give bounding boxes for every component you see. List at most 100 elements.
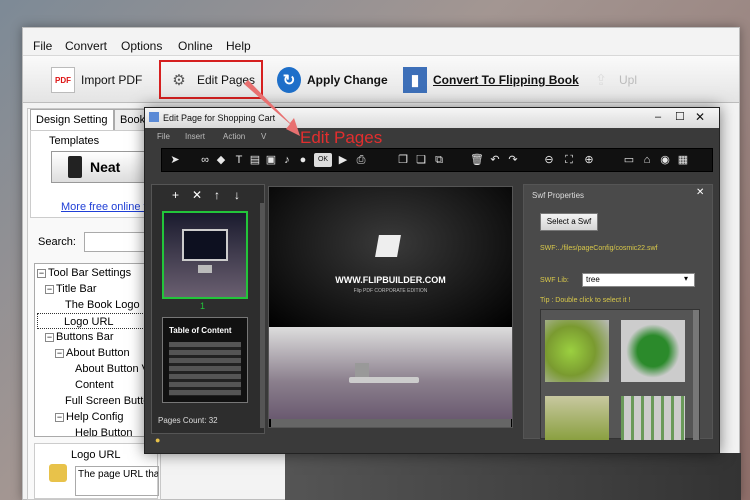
import-pdf-button[interactable]: PDF Import PDF [51,62,142,98]
template-neat-button[interactable]: Neat [51,151,159,183]
editor-title-bar: Edit Page for Shopping Cart – ☐ ✕ [145,108,719,128]
swf-scrollbar[interactable] [693,310,699,440]
description-title: Logo URL [71,449,121,461]
link-icon[interactable]: ∞ [198,153,212,167]
text-icon[interactable]: T [232,153,246,167]
preview-background [285,453,741,500]
tree-item[interactable]: − Title Bar [45,281,97,297]
grid-icon[interactable]: ▦ [676,153,690,167]
swf-tip: Tip : Double click to select it ! [540,297,631,304]
youtube-icon[interactable]: ▶ [336,153,350,167]
menu-online[interactable]: Online [178,39,213,53]
edit-page-window: Edit Page for Shopping Cart – ☐ ✕ File I… [144,107,720,454]
close-icon[interactable]: ✕ [695,110,705,124]
undo-icon[interactable]: ↶ [488,153,502,167]
left-settings-panel: Design Setting Bookm Templates Neat More… [27,108,161,500]
page-thumbnail-1[interactable] [162,211,248,299]
viewer-scrollbar[interactable] [271,419,511,427]
monitor-stand [198,265,212,273]
more-templates-link[interactable]: More free online t [61,201,147,213]
menu-options[interactable]: Options [121,39,162,53]
convert-flipbook-button[interactable]: ▮ Convert To Flipping Book [403,62,579,98]
remove-page-icon[interactable]: ✕ [192,188,202,202]
thumb-scrollbar[interactable] [260,203,265,428]
menu-help[interactable]: Help [226,39,251,53]
collapse-icon: − [37,268,46,278]
pdf-file-icon: PDF [51,67,75,93]
templates-box: Templates Neat More free online t [30,130,159,218]
flipbuilder-logo-icon [375,235,401,257]
swf-lib-select[interactable]: tree ▾ [582,273,695,287]
maximize-icon[interactable]: ☐ [675,110,685,123]
thumb-toc-title: Table of Content [169,326,232,335]
move-up-icon[interactable]: ↑ [214,188,220,202]
menu-bar: File Convert Options Online Help [23,36,739,56]
paste-icon[interactable]: ❏ [414,153,428,167]
ok-button-icon[interactable]: OK [314,153,332,167]
swf-lib-value: tree [586,275,600,284]
convert-label: Convert To Flipping Book [433,73,579,87]
minimize-icon[interactable]: – [655,111,661,123]
tree-item[interactable]: The Book Logo [65,297,140,313]
swf-item-tree-3[interactable] [545,396,609,440]
swf-lib-label: SWF Lib: [540,277,569,284]
shape-icon[interactable]: ◆ [214,153,228,167]
duplicate-icon[interactable]: ⧉ [432,153,446,167]
editor-toolbar: ➤ ∞ ◆ T ▤ ▣ ♪ ● OK ▶ ⎙ ❐ ❏ ⧉ 🗑 ↶ ↷ ⊖ ⛶ ⊕… [161,148,713,172]
page-thumbnail-2[interactable]: Table of Content [162,317,248,403]
tree-item[interactable]: Content [75,377,114,393]
preview-icon[interactable]: ▭ [622,153,636,167]
search-label: Search: [38,236,76,248]
menu-file[interactable]: File [33,39,52,53]
tab-design-setting[interactable]: Design Setting [30,109,114,130]
select-arrow-icon[interactable]: ➤ [168,153,182,167]
music-icon[interactable]: ♪ [280,153,294,167]
redo-icon[interactable]: ↷ [506,153,520,167]
menu-convert[interactable]: Convert [65,39,107,53]
upload-icon: ⇪ [594,72,608,89]
settings-tree: − Tool Bar Settings − Title Bar The Book L… [34,263,158,437]
copy-icon[interactable]: ❐ [396,153,410,167]
film-icon[interactable]: ▤ [248,153,262,167]
chevron-down-icon: ▾ [684,274,689,283]
swf-item-tree-2[interactable] [621,320,685,382]
fit-page-icon[interactable]: ⛶ [562,153,576,167]
move-down-icon[interactable]: ↓ [234,188,240,202]
collapse-icon: − [55,412,64,422]
edit-pages-annotation: Edit Pages [300,128,383,147]
tree-item[interactable]: − Tool Bar Settings [37,265,131,281]
tag-icon[interactable]: ⌂ [640,153,654,167]
zoom-out-icon[interactable]: ⊖ [542,153,556,167]
editor-menu-file[interactable]: File [157,132,170,141]
flash-icon[interactable]: ● [296,153,310,167]
book-site-text: WWW.FLIPBUILDER.COM [335,275,446,285]
swf-close-icon[interactable]: ✕ [696,187,704,198]
toc-list-image [169,342,241,396]
tree-item[interactable]: − Help Config [55,409,123,425]
tree-item[interactable]: − Buttons Bar [45,329,113,345]
image-icon[interactable]: ▣ [264,153,278,167]
main-toolbar: PDF Import PDF ⚙ Edit Pages ↻ Apply Chan… [23,55,739,103]
swf-item-tree-4[interactable] [621,396,685,440]
thumb-number: 1 [200,301,206,311]
thumbnail-panel: + ✕ ↑ ↓ 1 Table of Content Pages Count: … [151,184,265,434]
tree-item[interactable]: Help Button [75,425,132,436]
print-icon[interactable]: ⎙ [354,153,368,167]
editor-menu-insert[interactable]: Insert [185,132,205,141]
tree-item-selected[interactable]: Logo URL [37,313,157,329]
book-icon: ▮ [403,67,427,93]
upload-button[interactable]: ⇪ Upl [589,62,637,98]
tree-item[interactable]: About Button V [75,361,149,377]
delete-icon[interactable]: 🗑 [470,153,484,167]
hint-bulb-icon[interactable]: ● [155,435,160,445]
eye-icon[interactable]: ◉ [658,153,672,167]
template-book-icon [68,156,82,178]
import-pdf-label: Import PDF [81,73,143,87]
screenshot-frame: File Convert Options Online Help PDF Imp… [0,0,750,500]
add-page-icon[interactable]: + [172,188,179,202]
zoom-in-icon[interactable]: ⊕ [582,153,596,167]
select-swf-button[interactable]: Select a Swf [540,213,598,231]
swf-item-tree-1[interactable] [545,320,609,382]
tree-item[interactable]: Full Screen Butto [65,393,149,409]
tree-item[interactable]: − About Button [55,345,130,361]
